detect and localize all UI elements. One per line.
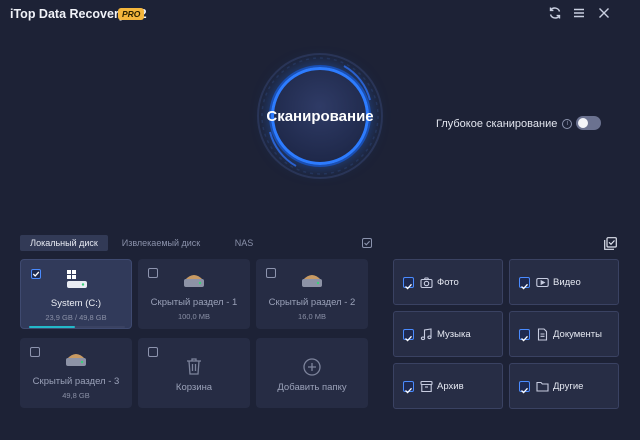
add-folder-card[interactable]: Добавить папку [256, 338, 368, 408]
drive-name: System (C:) [50, 298, 102, 309]
select-all-drives-checkbox[interactable] [362, 238, 372, 248]
scan-button[interactable]: Сканирование [266, 67, 374, 165]
file-type-other[interactable]: Другие [509, 363, 619, 409]
drive-checkbox[interactable] [31, 269, 41, 279]
plus-icon [303, 358, 321, 376]
hard-drive-icon [182, 269, 206, 289]
select-all-types-icon[interactable] [604, 237, 617, 250]
drive-size: 23,9 GB / 49,8 GB [45, 313, 107, 322]
close-icon[interactable] [597, 6, 611, 20]
tab-local-disk[interactable]: Локальный диск [20, 235, 108, 251]
hard-drive-icon [300, 269, 324, 289]
menu-icon[interactable] [572, 6, 586, 20]
file-type-label: Музыка [437, 329, 471, 340]
file-type-checkbox[interactable] [403, 381, 414, 394]
drive-card-system[interactable]: System (C:) 23,9 GB / 49,8 GB [20, 259, 132, 329]
file-type-label: Видео [553, 277, 581, 288]
file-type-label: Другие [553, 381, 584, 392]
drive-name: Скрытый раздел - 1 [150, 297, 238, 308]
drive-card-hidden-2[interactable]: Скрытый раздел - 2 16,0 MB [256, 259, 368, 329]
archive-icon [420, 380, 433, 393]
refresh-icon[interactable] [548, 6, 562, 20]
toggle-knob [578, 118, 588, 128]
tab-removable-disk[interactable]: Извлекаемый диск [108, 235, 214, 251]
drive-card-hidden-3[interactable]: Скрытый раздел - 3 49,8 GB [20, 338, 132, 408]
file-type-music[interactable]: Музыка [393, 311, 503, 357]
drive-checkbox[interactable] [148, 268, 158, 278]
camera-icon [420, 276, 433, 289]
file-type-photo[interactable]: Фото [393, 259, 503, 305]
file-type-checkbox[interactable] [403, 329, 414, 342]
drive-name: Скрытый раздел - 3 [32, 376, 120, 387]
drive-checkbox[interactable] [30, 347, 40, 357]
scan-area: Сканирование [256, 52, 384, 180]
drive-name: Корзина [175, 382, 213, 393]
file-type-label: Архив [437, 381, 464, 392]
drive-name: Скрытый раздел - 2 [268, 297, 356, 308]
drive-card-recycle-bin[interactable]: Корзина [138, 338, 250, 408]
file-type-checkbox[interactable] [519, 277, 530, 290]
tab-nas[interactable]: NAS [214, 235, 274, 251]
file-type-label: Фото [437, 277, 459, 288]
trash-icon [186, 357, 202, 375]
drive-size: 49,8 GB [62, 391, 90, 400]
file-type-archive[interactable]: Архив [393, 363, 503, 409]
drive-tabs: Локальный диск Извлекаемый диск NAS [20, 235, 280, 251]
drive-size: 100,0 MB [177, 312, 211, 321]
info-icon[interactable]: i [562, 119, 573, 129]
drive-checkbox[interactable] [266, 268, 276, 278]
hard-drive-icon [64, 348, 88, 368]
windows-drive-icon [65, 270, 89, 290]
music-icon [420, 328, 433, 341]
folder-icon [536, 380, 549, 393]
deep-scan-toggle[interactable] [576, 116, 601, 130]
drive-usage-bar [29, 326, 125, 328]
title-bar: iTop Data Recovery 6.2 PRO [0, 0, 640, 28]
file-type-checkbox[interactable] [403, 277, 414, 290]
pro-badge: PRO [118, 8, 145, 20]
deep-scan-option: Глубокое сканирование i [436, 116, 573, 132]
drive-card-hidden-1[interactable]: Скрытый раздел - 1 100,0 MB [138, 259, 250, 329]
deep-scan-label: Глубокое сканирование [436, 118, 558, 130]
file-type-checkbox[interactable] [519, 381, 530, 394]
drive-checkbox[interactable] [148, 347, 158, 357]
file-type-label: Документы [553, 329, 602, 340]
add-folder-label: Добавить папку [277, 382, 347, 393]
file-type-documents[interactable]: Документы [509, 311, 619, 357]
drive-size: 16,0 MB [298, 312, 326, 321]
document-icon [536, 328, 549, 341]
file-type-video[interactable]: Видео [509, 259, 619, 305]
file-type-checkbox[interactable] [519, 329, 530, 342]
drive-usage-fill [29, 326, 76, 328]
video-icon [536, 276, 549, 289]
